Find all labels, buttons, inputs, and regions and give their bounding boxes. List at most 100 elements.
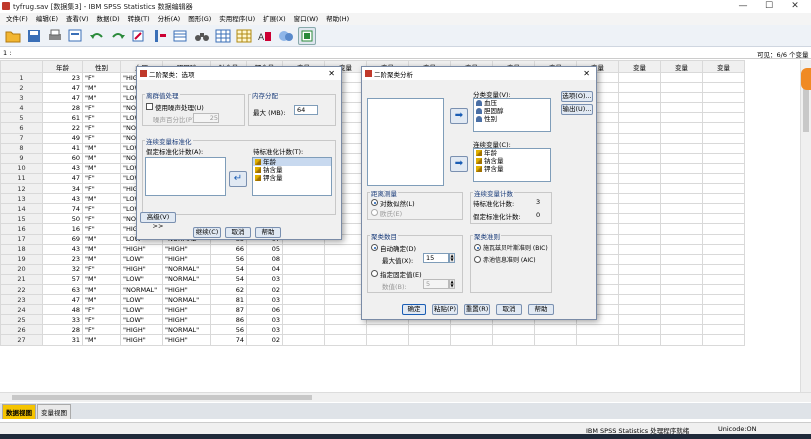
options-help-button[interactable]: 帮助 xyxy=(255,227,281,238)
data-cell[interactable] xyxy=(282,283,325,296)
data-cell[interactable] xyxy=(660,152,703,164)
data-cell[interactable]: 05 xyxy=(246,243,283,255)
data-cell[interactable] xyxy=(702,152,745,164)
data-cell[interactable] xyxy=(702,112,745,124)
side-assistant-icon[interactable] xyxy=(801,68,811,90)
fixed-value-field[interactable]: 5 xyxy=(423,279,449,289)
list-item[interactable]: 血压 xyxy=(474,99,550,107)
ok-button[interactable]: 确定 xyxy=(402,304,426,315)
menu-graphs[interactable]: 图形(G) xyxy=(184,13,215,25)
data-cell[interactable]: "HIGH" xyxy=(162,243,211,255)
tab-data-view[interactable]: 数据视图 xyxy=(2,404,36,419)
data-cell[interactable] xyxy=(618,122,661,134)
data-cell[interactable] xyxy=(324,324,367,336)
data-cell[interactable]: 74 xyxy=(210,334,247,346)
data-cell[interactable]: 33 xyxy=(42,314,83,326)
vertical-scrollbar[interactable] xyxy=(800,60,811,392)
data-cell[interactable]: 02 xyxy=(246,283,283,296)
data-cell[interactable] xyxy=(282,253,325,265)
list-item[interactable]: 年龄 xyxy=(253,158,331,166)
main-help-button[interactable]: 帮助 xyxy=(528,304,554,315)
data-cell[interactable]: "M" xyxy=(82,233,121,245)
data-cell[interactable]: 47 xyxy=(42,172,83,185)
column-header[interactable]: 性别 xyxy=(82,60,121,73)
data-cell[interactable] xyxy=(282,243,325,255)
data-cell[interactable]: 47 xyxy=(42,294,83,306)
data-cell[interactable] xyxy=(618,82,661,94)
loglik-radio[interactable] xyxy=(371,199,378,206)
data-cell[interactable]: "HIGH" xyxy=(162,253,211,265)
variables-icon[interactable] xyxy=(172,27,190,45)
menu-help[interactable]: 帮助(H) xyxy=(322,13,353,25)
data-cell[interactable]: 23 xyxy=(42,71,83,84)
data-cell[interactable] xyxy=(702,122,745,134)
insert-cases-icon[interactable] xyxy=(214,27,232,45)
data-cell[interactable] xyxy=(660,193,703,205)
data-cell[interactable] xyxy=(660,183,703,195)
data-cell[interactable]: "HIGH" xyxy=(120,243,163,255)
assumed-std-list[interactable] xyxy=(145,157,226,196)
row-number[interactable]: 4 xyxy=(0,102,43,114)
data-cell[interactable] xyxy=(492,334,535,346)
data-cell[interactable]: "LOW" xyxy=(120,294,163,306)
data-cell[interactable] xyxy=(282,294,325,306)
row-number[interactable]: 12 xyxy=(0,183,43,195)
data-cell[interactable]: 43 xyxy=(42,243,83,255)
advanced-button[interactable]: 高级(V) >> xyxy=(140,212,176,230)
menu-window[interactable]: 窗口(W) xyxy=(290,13,323,25)
data-cell[interactable]: 02 xyxy=(246,334,283,346)
data-cell[interactable]: "HIGH" xyxy=(120,324,163,336)
data-cell[interactable]: 23 xyxy=(42,253,83,265)
data-cell[interactable] xyxy=(660,253,703,265)
data-cell[interactable] xyxy=(702,273,745,285)
data-cell[interactable] xyxy=(534,334,577,346)
insert-variable-icon[interactable] xyxy=(235,27,253,45)
data-cell[interactable]: 87 xyxy=(210,304,247,316)
data-cell[interactable] xyxy=(408,324,451,336)
data-cell[interactable] xyxy=(702,304,745,316)
row-number[interactable]: 17 xyxy=(0,233,43,245)
data-cell[interactable] xyxy=(660,142,703,154)
data-cell[interactable] xyxy=(660,102,703,114)
data-cell[interactable]: 16 xyxy=(42,223,83,235)
data-cell[interactable]: 22 xyxy=(42,122,83,134)
data-cell[interactable]: "F" xyxy=(82,324,121,336)
data-cell[interactable]: 28 xyxy=(42,324,83,336)
data-cell[interactable]: 69 xyxy=(42,233,83,245)
row-number[interactable]: 2 xyxy=(0,82,43,94)
row-number[interactable]: 8 xyxy=(0,142,43,154)
continue-button[interactable]: 继续(C) xyxy=(193,227,221,238)
data-cell[interactable] xyxy=(618,273,661,285)
list-item[interactable]: 钾含量 xyxy=(474,165,550,173)
data-cell[interactable]: 03 xyxy=(246,273,283,285)
data-cell[interactable]: 81 xyxy=(210,294,247,306)
data-cell[interactable]: "F" xyxy=(82,71,121,84)
row-number[interactable]: 22 xyxy=(0,283,43,296)
fixed-number-radio[interactable] xyxy=(371,270,378,277)
data-cell[interactable]: "NORMAL" xyxy=(162,324,211,336)
max-clusters-spinner[interactable]: ▲ ▼ xyxy=(449,253,455,263)
data-cell[interactable]: "F" xyxy=(82,213,121,225)
list-item[interactable]: 钾含量 xyxy=(253,174,331,182)
data-cell[interactable] xyxy=(702,82,745,94)
list-item[interactable]: 性别 xyxy=(474,115,550,123)
data-cell[interactable] xyxy=(660,132,703,144)
data-cell[interactable] xyxy=(660,213,703,225)
data-cell[interactable]: 62 xyxy=(210,283,247,296)
row-number[interactable]: 25 xyxy=(0,314,43,326)
data-cell[interactable]: 66 xyxy=(210,243,247,255)
data-cell[interactable]: 49 xyxy=(42,132,83,144)
row-number[interactable]: 24 xyxy=(0,304,43,316)
data-cell[interactable] xyxy=(618,223,661,235)
reset-button[interactable]: 重置(R) xyxy=(464,304,490,315)
data-cell[interactable]: "NORMAL" xyxy=(120,283,163,296)
row-number[interactable]: 5 xyxy=(0,112,43,124)
data-cell[interactable]: 50 xyxy=(42,213,83,225)
data-cell[interactable] xyxy=(618,193,661,205)
data-cell[interactable] xyxy=(618,152,661,164)
value-labels-icon[interactable] xyxy=(277,27,295,45)
data-cell[interactable] xyxy=(618,304,661,316)
data-cell[interactable]: "HIGH" xyxy=(120,334,163,346)
minimize-button[interactable]: — xyxy=(730,0,756,13)
data-cell[interactable] xyxy=(618,243,661,255)
